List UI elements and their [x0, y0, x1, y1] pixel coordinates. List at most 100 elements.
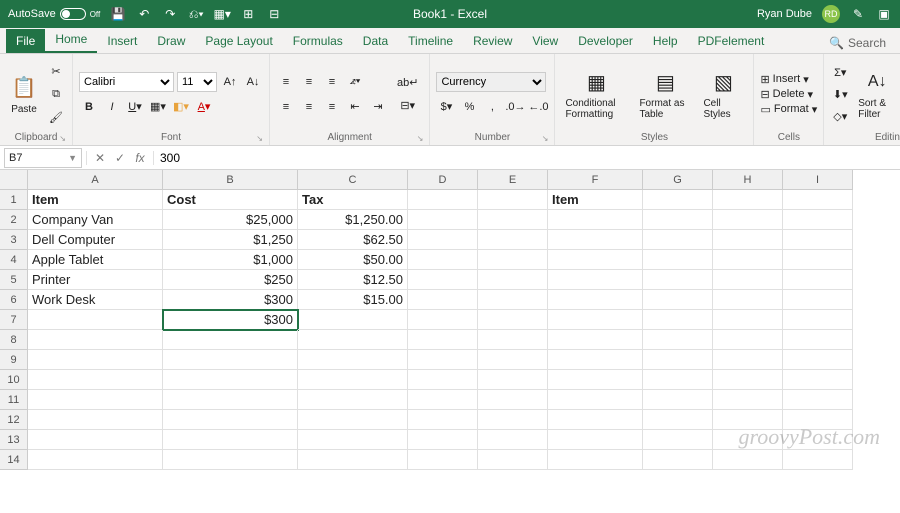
- cell-E2[interactable]: [478, 210, 548, 230]
- cell-E7[interactable]: [478, 310, 548, 330]
- delete-button[interactable]: ⊟Delete▾: [760, 88, 817, 101]
- column-header-F[interactable]: F: [548, 170, 643, 190]
- row-header-4[interactable]: 4: [0, 250, 28, 270]
- tab-view[interactable]: View: [522, 29, 568, 53]
- cell-H7[interactable]: [713, 310, 783, 330]
- cell-F9[interactable]: [548, 350, 643, 370]
- column-header-A[interactable]: A: [28, 170, 163, 190]
- formula-input[interactable]: [154, 151, 900, 165]
- column-header-C[interactable]: C: [298, 170, 408, 190]
- cell-I4[interactable]: [783, 250, 853, 270]
- cell-H3[interactable]: [713, 230, 783, 250]
- redo-icon[interactable]: ↷: [162, 6, 178, 22]
- decrease-decimal-icon[interactable]: ←.0: [528, 97, 548, 117]
- cell-E10[interactable]: [478, 370, 548, 390]
- quick-icon-2[interactable]: ▦▾: [214, 6, 230, 22]
- cell-C10[interactable]: [298, 370, 408, 390]
- format-as-table-button[interactable]: ▤Format as Table: [635, 66, 695, 122]
- cell-C12[interactable]: [298, 410, 408, 430]
- cell-H2[interactable]: [713, 210, 783, 230]
- cell-G12[interactable]: [643, 410, 713, 430]
- cell-A1[interactable]: Item: [28, 190, 163, 210]
- cell-F8[interactable]: [548, 330, 643, 350]
- cell-F4[interactable]: [548, 250, 643, 270]
- sort-filter-button[interactable]: A↓Sort & Filter: [854, 66, 900, 122]
- cell-G10[interactable]: [643, 370, 713, 390]
- cell-G3[interactable]: [643, 230, 713, 250]
- cell-G1[interactable]: [643, 190, 713, 210]
- cell-A3[interactable]: Dell Computer: [28, 230, 163, 250]
- cell-E14[interactable]: [478, 450, 548, 470]
- bold-button[interactable]: B: [79, 97, 99, 117]
- cell-C3[interactable]: $62.50: [298, 230, 408, 250]
- tab-help[interactable]: Help: [643, 29, 688, 53]
- decrease-font-icon[interactable]: A↓: [243, 72, 263, 92]
- cell-H11[interactable]: [713, 390, 783, 410]
- name-box[interactable]: B7 ▼: [4, 148, 82, 168]
- autosave-toggle[interactable]: AutoSave Off: [8, 8, 100, 20]
- cell-F10[interactable]: [548, 370, 643, 390]
- cell-F13[interactable]: [548, 430, 643, 450]
- cell-H9[interactable]: [713, 350, 783, 370]
- tab-formulas[interactable]: Formulas: [283, 29, 353, 53]
- comma-icon[interactable]: ,: [482, 97, 502, 117]
- quick-icon-1[interactable]: ⎌▾: [188, 6, 204, 22]
- column-header-H[interactable]: H: [713, 170, 783, 190]
- cell-C13[interactable]: [298, 430, 408, 450]
- align-left-icon[interactable]: ≡: [276, 97, 296, 117]
- cell-A2[interactable]: Company Van: [28, 210, 163, 230]
- enter-formula-icon[interactable]: ✓: [111, 151, 129, 165]
- undo-icon[interactable]: ↶: [136, 6, 152, 22]
- cell-F6[interactable]: [548, 290, 643, 310]
- cell-D13[interactable]: [408, 430, 478, 450]
- cell-C2[interactable]: $1,250.00: [298, 210, 408, 230]
- align-top-icon[interactable]: ≡: [276, 72, 296, 92]
- cell-E13[interactable]: [478, 430, 548, 450]
- cell-B10[interactable]: [163, 370, 298, 390]
- tab-insert[interactable]: Insert: [97, 29, 147, 53]
- row-header-14[interactable]: 14: [0, 450, 28, 470]
- avatar[interactable]: RD: [822, 5, 840, 23]
- tab-draw[interactable]: Draw: [147, 29, 195, 53]
- cell-D3[interactable]: [408, 230, 478, 250]
- cell-A7[interactable]: [28, 310, 163, 330]
- column-header-I[interactable]: I: [783, 170, 853, 190]
- cell-G14[interactable]: [643, 450, 713, 470]
- clear-icon[interactable]: ◇▾: [830, 106, 850, 126]
- cell-A13[interactable]: [28, 430, 163, 450]
- align-right-icon[interactable]: ≡: [322, 97, 342, 117]
- ribbon-display-icon[interactable]: ▣: [876, 6, 892, 22]
- cell-I11[interactable]: [783, 390, 853, 410]
- underline-button[interactable]: U▾: [125, 97, 145, 117]
- cell-G4[interactable]: [643, 250, 713, 270]
- cell-B2[interactable]: $25,000: [163, 210, 298, 230]
- cell-D4[interactable]: [408, 250, 478, 270]
- user-name[interactable]: Ryan Dube: [757, 8, 812, 20]
- cell-B5[interactable]: $250: [163, 270, 298, 290]
- font-size-select[interactable]: 11: [177, 72, 217, 92]
- tab-timeline[interactable]: Timeline: [398, 29, 463, 53]
- column-header-E[interactable]: E: [478, 170, 548, 190]
- cell-C11[interactable]: [298, 390, 408, 410]
- cell-F1[interactable]: Item: [548, 190, 643, 210]
- cell-I9[interactable]: [783, 350, 853, 370]
- row-header-13[interactable]: 13: [0, 430, 28, 450]
- cell-D6[interactable]: [408, 290, 478, 310]
- merge-center-button[interactable]: ⊟▾: [392, 96, 423, 116]
- cell-B4[interactable]: $1,000: [163, 250, 298, 270]
- cell-B8[interactable]: [163, 330, 298, 350]
- cell-G13[interactable]: [643, 430, 713, 450]
- cell-G2[interactable]: [643, 210, 713, 230]
- cell-C4[interactable]: $50.00: [298, 250, 408, 270]
- cell-C8[interactable]: [298, 330, 408, 350]
- cell-A12[interactable]: [28, 410, 163, 430]
- cell-F11[interactable]: [548, 390, 643, 410]
- row-header-10[interactable]: 10: [0, 370, 28, 390]
- increase-decimal-icon[interactable]: .0→: [505, 97, 525, 117]
- launcher-icon[interactable]: ↘: [542, 134, 549, 143]
- tab-pdfelement[interactable]: PDFelement: [688, 29, 775, 53]
- format-button[interactable]: ▭Format▾: [760, 103, 817, 116]
- orientation-icon[interactable]: ⦨▾: [345, 72, 365, 92]
- select-all-corner[interactable]: [0, 170, 28, 190]
- cell-F3[interactable]: [548, 230, 643, 250]
